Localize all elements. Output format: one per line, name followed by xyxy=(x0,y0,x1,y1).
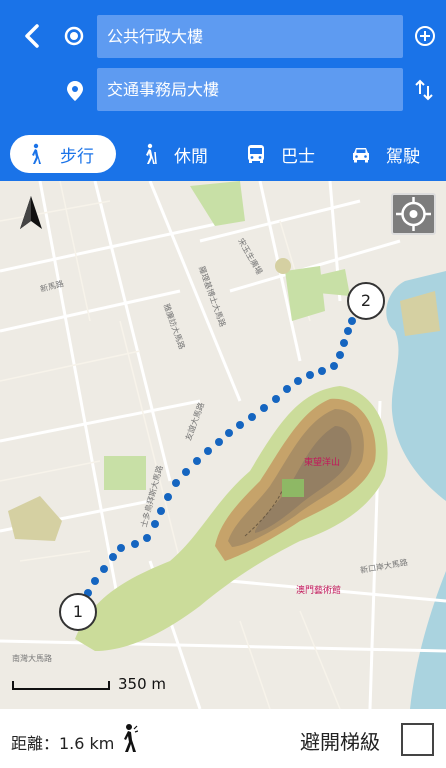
mode-driving[interactable]: 駕駛 xyxy=(350,135,420,173)
route-footer: 距離：1.6 km 避開梯級 xyxy=(0,709,446,768)
compass-north-icon[interactable] xyxy=(18,195,44,231)
avoid-stairs-label: 避開梯級 xyxy=(300,730,380,754)
route-marker-start[interactable]: 1 xyxy=(59,593,97,631)
bus-icon xyxy=(248,145,264,163)
scale-label: 350 m xyxy=(118,675,167,693)
mode-walking-label: 步行 xyxy=(60,146,94,167)
mode-bus-label: 巴士 xyxy=(281,146,315,167)
mode-walking[interactable]: 步行 xyxy=(10,135,116,173)
crosshair-icon xyxy=(396,197,431,231)
distance-label: 距離：1.6 km xyxy=(11,734,115,753)
origin-circle-icon xyxy=(64,26,84,46)
mode-bus[interactable]: 巴士 xyxy=(245,135,315,173)
locate-button[interactable] xyxy=(391,193,436,235)
hiking-icon xyxy=(146,143,157,165)
route-map[interactable]: 東望洋山 澳門藝術館 新馬路 南灣大馬路 友誼大馬路 士多鳥拜斯大馬路 雅廉訪大… xyxy=(0,181,446,709)
map-base xyxy=(0,181,446,709)
destination-input[interactable]: 交通事務局大樓 xyxy=(97,68,403,111)
add-stop-icon[interactable] xyxy=(414,25,436,47)
mode-leisure-label: 休閒 xyxy=(174,146,208,167)
walking-icon xyxy=(32,143,41,164)
origin-input[interactable]: 公共行政大樓 xyxy=(97,15,403,58)
route-marker-end[interactable]: 2 xyxy=(347,282,385,320)
car-icon xyxy=(353,148,369,163)
mode-leisure[interactable]: 休閒 xyxy=(138,135,208,173)
swap-icon[interactable] xyxy=(414,78,434,102)
scale-bar xyxy=(12,681,110,690)
avoid-stairs-checkbox[interactable] xyxy=(401,723,434,756)
walking-figure-icon xyxy=(124,724,138,752)
route-header: 公共行政大樓 交通事務局大樓 xyxy=(0,0,446,126)
poi-label-guia-hill: 東望洋山 xyxy=(304,458,341,468)
poi-label-art-museum: 澳門藝術館 xyxy=(296,586,342,596)
road-label: 南灣大馬路 xyxy=(12,654,52,663)
travel-mode-bar: 步行 休閒 巴士 駕駛 xyxy=(0,126,446,181)
destination-pin-icon xyxy=(67,81,83,101)
mode-driving-label: 駕駛 xyxy=(386,146,420,167)
back-arrow-icon[interactable] xyxy=(18,21,48,51)
